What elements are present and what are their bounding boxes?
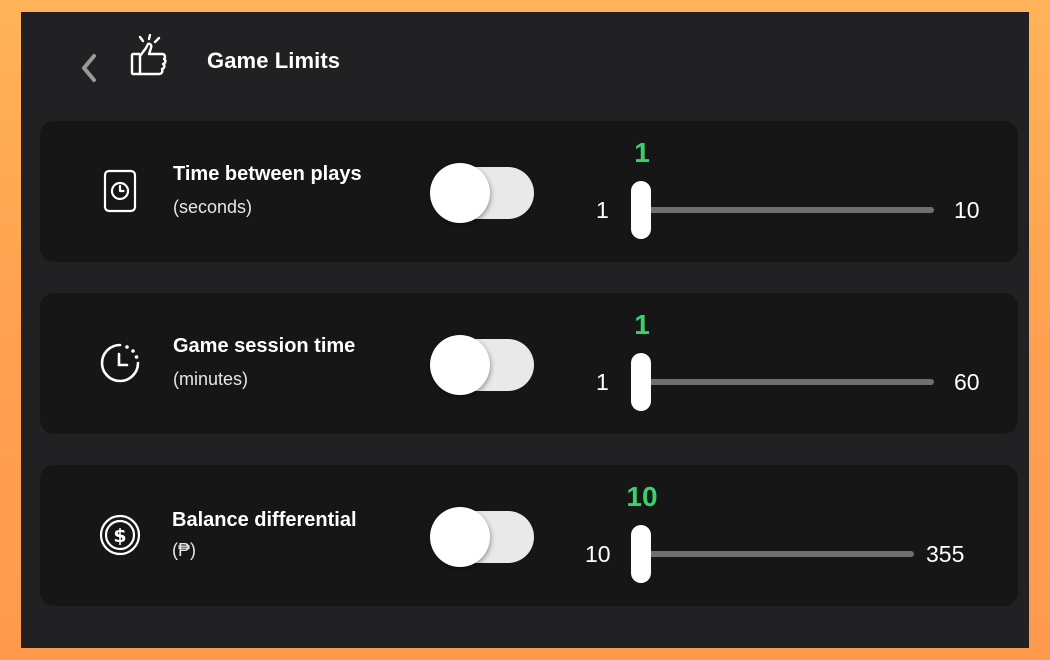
slider-max-label: 10 — [954, 197, 980, 223]
slider-current-value: 1 — [634, 137, 650, 168]
header: Game Limits — [21, 12, 1029, 112]
chevron-left-icon — [82, 54, 96, 82]
balance-differential-slider-track[interactable] — [640, 551, 914, 557]
slider-max-label: 60 — [954, 369, 980, 395]
toggle-knob[interactable] — [430, 335, 490, 395]
time-between-plays-slider-thumb[interactable] — [631, 181, 651, 239]
limit-card-time-between-plays: Time between plays (seconds) 1 1 10 — [40, 121, 1018, 262]
game-session-time-toggle[interactable] — [430, 335, 534, 395]
slider-current-value: 10 — [626, 481, 658, 512]
balance-differential-slider-thumb[interactable] — [631, 525, 651, 583]
limit-card-balance-differential: $ Balance differential (₱) 10 10 355 — [40, 465, 1018, 606]
limit-label: Time between plays — [173, 163, 362, 185]
timer-icon — [98, 341, 142, 385]
limit-card-game-session-time: Game session time (minutes) 1 1 60 — [40, 293, 1018, 434]
time-between-plays-slider-track[interactable] — [640, 207, 934, 213]
slider-min-label: 1 — [596, 197, 609, 223]
game-session-time-slider-thumb[interactable] — [631, 353, 651, 411]
slider-min-label: 10 — [585, 541, 611, 567]
svg-text:$: $ — [113, 525, 126, 547]
slider-min-label: 1 — [596, 369, 609, 395]
limit-label: Game session time — [173, 335, 356, 357]
balance-differential-toggle[interactable] — [430, 507, 534, 567]
back-button[interactable] — [75, 50, 105, 86]
game-session-time-slider-track[interactable] — [640, 379, 934, 385]
page-title: Game Limits — [207, 48, 341, 73]
toggle-knob[interactable] — [430, 507, 490, 567]
limit-unit: (seconds) — [173, 197, 253, 217]
game-limits-panel: Game Limits Time between plays (seconds)… — [21, 12, 1029, 648]
coin-dollar-icon: $ — [98, 513, 142, 557]
toggle-knob[interactable] — [430, 163, 490, 223]
slider-max-label: 355 — [926, 541, 965, 567]
slider-current-value: 1 — [634, 309, 650, 340]
limit-unit: (minutes) — [173, 369, 249, 389]
time-between-plays-toggle[interactable] — [430, 163, 534, 223]
limit-label: Balance differential — [172, 509, 357, 531]
limit-unit: (₱) — [172, 540, 196, 560]
thumbs-up-icon — [129, 33, 169, 78]
clock-card-icon — [98, 169, 142, 213]
